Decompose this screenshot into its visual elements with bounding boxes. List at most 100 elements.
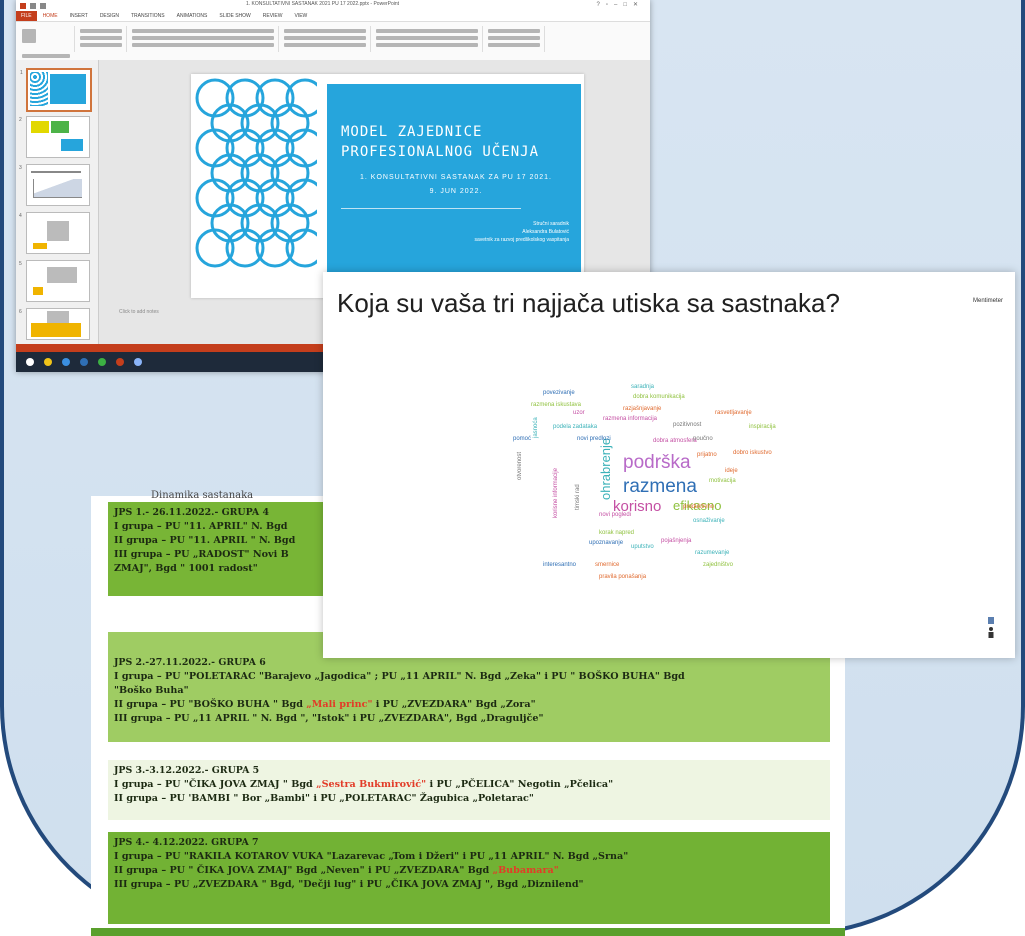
word-cloud-word: pozitivnost (673, 422, 702, 428)
powerpoint-icon[interactable] (116, 358, 124, 366)
group-line: III grupa – PU „ZVEZDARA " Bgd, "Dečji l… (114, 879, 584, 890)
start-icon[interactable] (26, 358, 34, 366)
tab-file[interactable]: FILE (16, 11, 37, 21)
word-cloud-word: razmena informacija (603, 416, 658, 422)
highlight-text: „Mali princ" (306, 699, 373, 710)
word-cloud-word: razumevanje (695, 550, 730, 556)
slide-title-line: PROFESIONALNOG UČENJA (341, 144, 540, 160)
divider (341, 208, 521, 209)
word-cloud-word: saradnja (631, 384, 655, 390)
group-block-jps4: JPS 4.- 4.12.2022. GRUPA 7 I grupa – PU … (108, 832, 830, 924)
word-icon[interactable] (80, 358, 88, 366)
ribbon-tabs: FILE HOME INSERT DESIGN TRANSITIONS ANIM… (16, 11, 650, 22)
mentimeter-panel: Koja su vaša tri najjača utiska sa sastn… (323, 272, 1015, 658)
block-heading: JPS 4.- 4.12.2022. GRUPA 7 (114, 837, 259, 848)
word-cloud-word: korisne informacije (553, 467, 559, 518)
slide-author: Stručni saradnik Aleksandra Bulatović sa… (475, 220, 570, 244)
group-line: "Boško Buha" (114, 685, 189, 696)
mentimeter-logo: Mentimeter (972, 298, 1003, 304)
thumbnail-number: 4 (19, 213, 22, 219)
editing-group[interactable] (484, 26, 545, 52)
slide-thumbnail[interactable]: 1 (20, 68, 92, 112)
tab-insert[interactable]: INSERT (64, 13, 94, 19)
tab-animations[interactable]: ANIMATIONS (171, 13, 214, 19)
font-group[interactable] (128, 26, 279, 52)
word-cloud-word: uzor (573, 410, 585, 416)
group-line: III grupa – PU „11 APRIL " N. Bgd ", "Is… (114, 713, 544, 724)
tab-review[interactable]: REVIEW (257, 13, 289, 19)
word-cloud-word: motivacija (709, 478, 736, 484)
word-cloud-word: podela zadataka (553, 424, 598, 430)
thumbnail-number: 2 (19, 117, 22, 123)
group-block-jps3: JPS 3.-3.12.2022.- GRUPA 5 I grupa – PU … (108, 760, 830, 820)
word-cloud-word: ideje (725, 468, 738, 474)
slide-title: MODEL ZAJEDNICE PROFESIONALNOG UČENJA (341, 122, 539, 162)
word-cloud-word: ohrabrenje (598, 437, 613, 500)
slide-thumbnail[interactable]: 3 (19, 164, 90, 206)
participant-icon (988, 617, 994, 638)
slide-thumbnail[interactable]: 6 (19, 308, 90, 340)
group-line: II grupa – PU " ČIKA JOVA ZMAJ" Bgd „Nev… (114, 865, 559, 876)
tab-design[interactable]: DESIGN (94, 13, 125, 19)
group-line: I grupa – PU "RAKILA KOTAROV VUKA "Lazar… (114, 851, 629, 862)
quick-access-toolbar[interactable] (20, 2, 46, 9)
word-cloud-word: novi predlozi (577, 436, 611, 442)
word-cloud-word: osnaživanje (693, 518, 725, 524)
app-icon[interactable] (134, 358, 142, 366)
window-controls[interactable]: ?▫–□✕ (597, 1, 644, 8)
word-cloud-word: pomoć (513, 436, 532, 442)
drawing-group[interactable] (372, 26, 483, 52)
slide-title-line: MODEL ZAJEDNICE (341, 124, 483, 140)
group-line: II grupa – PU 'BAMBI " Bor „Bambi" i PU … (114, 793, 534, 804)
author-title: savetnik za razvoj predškolskog vaspitan… (474, 237, 570, 243)
tab-transitions[interactable]: TRANSITIONS (125, 13, 171, 19)
paragraph-group[interactable] (280, 26, 371, 52)
slide-title-panel: MODEL ZAJEDNICE PROFESIONALNOG UČENJA 1.… (327, 84, 581, 294)
word-cloud-word: rasvetljavanje (715, 410, 752, 416)
tab-view[interactable]: VIEW (289, 13, 314, 19)
word-cloud-word: inspiracija (749, 424, 776, 430)
ribbon (16, 22, 650, 65)
block-heading: JPS 2.-27.11.2022.- GRUPA 6 (114, 657, 266, 668)
word-cloud-word: pojašnjenja (661, 538, 692, 544)
tab-slide-show[interactable]: SLIDE SHOW (213, 13, 256, 19)
word-cloud-word: razmena (623, 476, 697, 497)
group-line: I grupa – PU "ČIKA JOVA ZMAJ " Bgd „Sest… (114, 779, 614, 790)
chrome-icon[interactable] (98, 358, 106, 366)
slide-thumbnail[interactable]: 2 (19, 116, 90, 158)
current-slide[interactable]: MODEL ZAJEDNICE PROFESIONALNOG UČENJA 1.… (191, 74, 584, 298)
slide-date: 9. JUN 2022. (429, 188, 483, 195)
word-cloud-word: zajedništvo (703, 562, 734, 568)
word-cloud-word: timski rad (575, 484, 581, 510)
thumbnail-number: 6 (19, 309, 22, 315)
highlight-text: „Bubamara" (492, 865, 559, 876)
window-title: 1. KONSULTATIVNI SASTANAK 2021 PU 17 202… (246, 1, 400, 7)
word-cloud-word: razmena iskustava (531, 402, 582, 408)
word-cloud-word: otvorenost (517, 451, 523, 480)
browser-icon[interactable] (62, 358, 70, 366)
slides-group[interactable] (76, 26, 127, 52)
slide-thumbnail[interactable]: 4 (19, 212, 90, 254)
tab-home[interactable]: HOME (37, 13, 64, 19)
block-heading: JPS 3.-3.12.2022.- GRUPA 5 (114, 765, 260, 776)
group-line: II grupa – PU "BOŠKO BUHA " Bgd „Mali pr… (114, 699, 536, 710)
word-cloud-word: povezivanje (543, 390, 575, 396)
file-explorer-icon[interactable] (44, 358, 52, 366)
thumbnail-number: 5 (19, 261, 22, 267)
word-cloud-word: prijatno (697, 452, 717, 458)
word-cloud-word: interesantno (543, 562, 577, 568)
slide-subtitle: 1. KONSULTATIVNI SASTANAK ZA PU 17 2021. (360, 174, 552, 181)
word-cloud-word: poučno (693, 436, 713, 442)
word-cloud: podrška razmena korisno efikasno ohrabrenje p… (503, 380, 843, 580)
word-cloud-word: upoznavanje (589, 540, 624, 546)
author-name: Aleksandra Bulatović (522, 229, 569, 235)
menti-question: Koja su vaša tri najjača utiska sa sastn… (337, 288, 840, 318)
author-role: Stručni saradnik (533, 221, 569, 227)
word-cloud-word: podrška (623, 452, 691, 473)
slide-thumbnail[interactable]: 5 (19, 260, 90, 302)
circle-pattern-graphic (195, 78, 317, 268)
thumbnail-number: 3 (19, 165, 22, 171)
slide-thumbnails: 1 2 3 4 5 6 (16, 60, 99, 344)
word-cloud-word: produktivno (683, 504, 715, 510)
clipboard-group[interactable] (18, 26, 75, 65)
